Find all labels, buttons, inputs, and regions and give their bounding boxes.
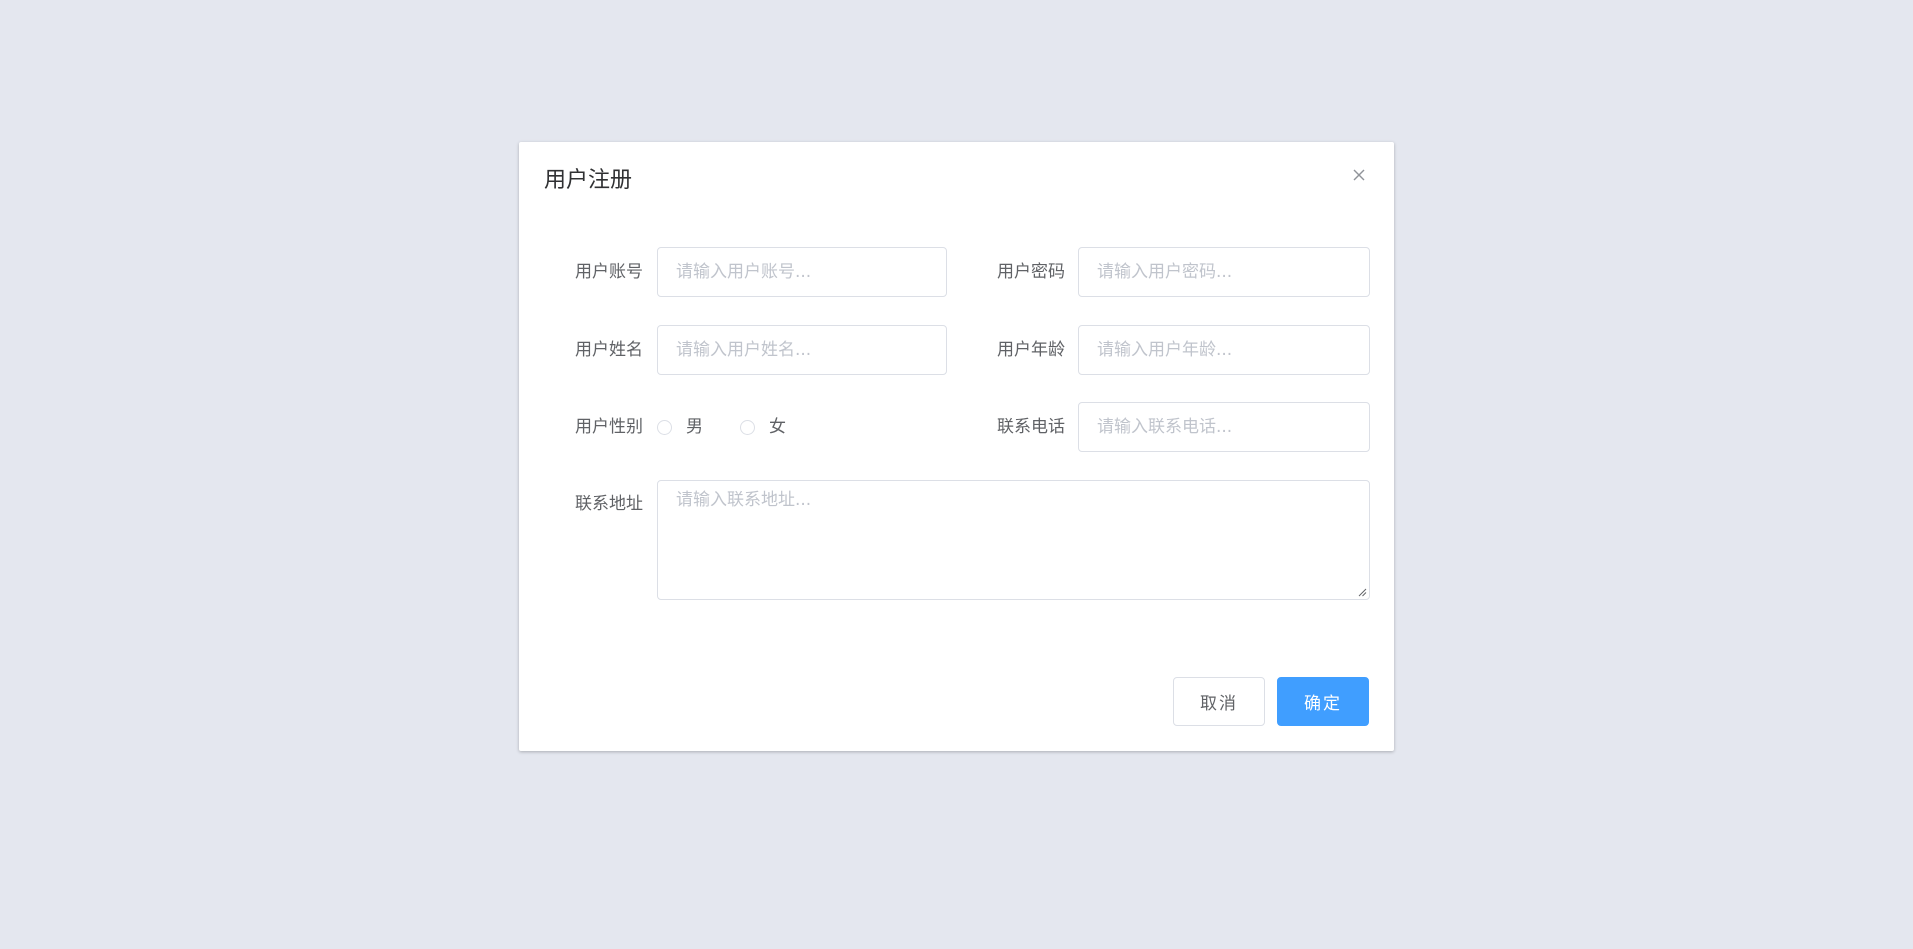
address-textarea-wrapper <box>657 480 1370 600</box>
name-input[interactable] <box>658 326 946 374</box>
address-label: 联系地址 <box>575 494 643 514</box>
gender-radio-female[interactable]: 女 <box>740 415 786 439</box>
radio-label: 男 <box>686 417 703 437</box>
phone-label: 联系电话 <box>997 417 1065 437</box>
phone-input[interactable] <box>1079 403 1369 451</box>
confirm-button[interactable]: 确定 <box>1277 677 1369 726</box>
radio-circle[interactable] <box>740 419 755 435</box>
gender-radio-group: 男 女 <box>657 415 823 439</box>
phone-input-wrapper <box>1078 402 1370 452</box>
password-input-wrapper <box>1078 247 1370 297</box>
account-input[interactable] <box>658 248 946 296</box>
name-input-wrapper <box>657 325 947 375</box>
dialog-title: 用户注册 <box>544 168 633 193</box>
gender-label: 用户性别 <box>575 417 643 437</box>
address-textarea[interactable] <box>658 481 1369 599</box>
age-input-wrapper <box>1078 325 1370 375</box>
cancel-button[interactable]: 取消 <box>1173 677 1265 726</box>
resize-handle-icon[interactable] <box>1357 587 1367 597</box>
gender-radio-male[interactable]: 男 <box>657 415 703 439</box>
account-label: 用户账号 <box>575 262 643 282</box>
password-label: 用户密码 <box>997 262 1065 282</box>
age-label: 用户年龄 <box>997 340 1065 360</box>
account-input-wrapper <box>657 247 947 297</box>
password-input[interactable] <box>1079 248 1369 296</box>
radio-label: 女 <box>769 417 786 437</box>
age-input[interactable] <box>1079 326 1369 374</box>
name-label: 用户姓名 <box>575 340 643 360</box>
radio-circle[interactable] <box>657 419 672 435</box>
register-dialog: 用户注册 用户账号 用户密码 用户姓名 用户年龄 用户性别 男 女 联系电话 <box>519 142 1394 751</box>
close-icon[interactable] <box>1348 164 1370 186</box>
